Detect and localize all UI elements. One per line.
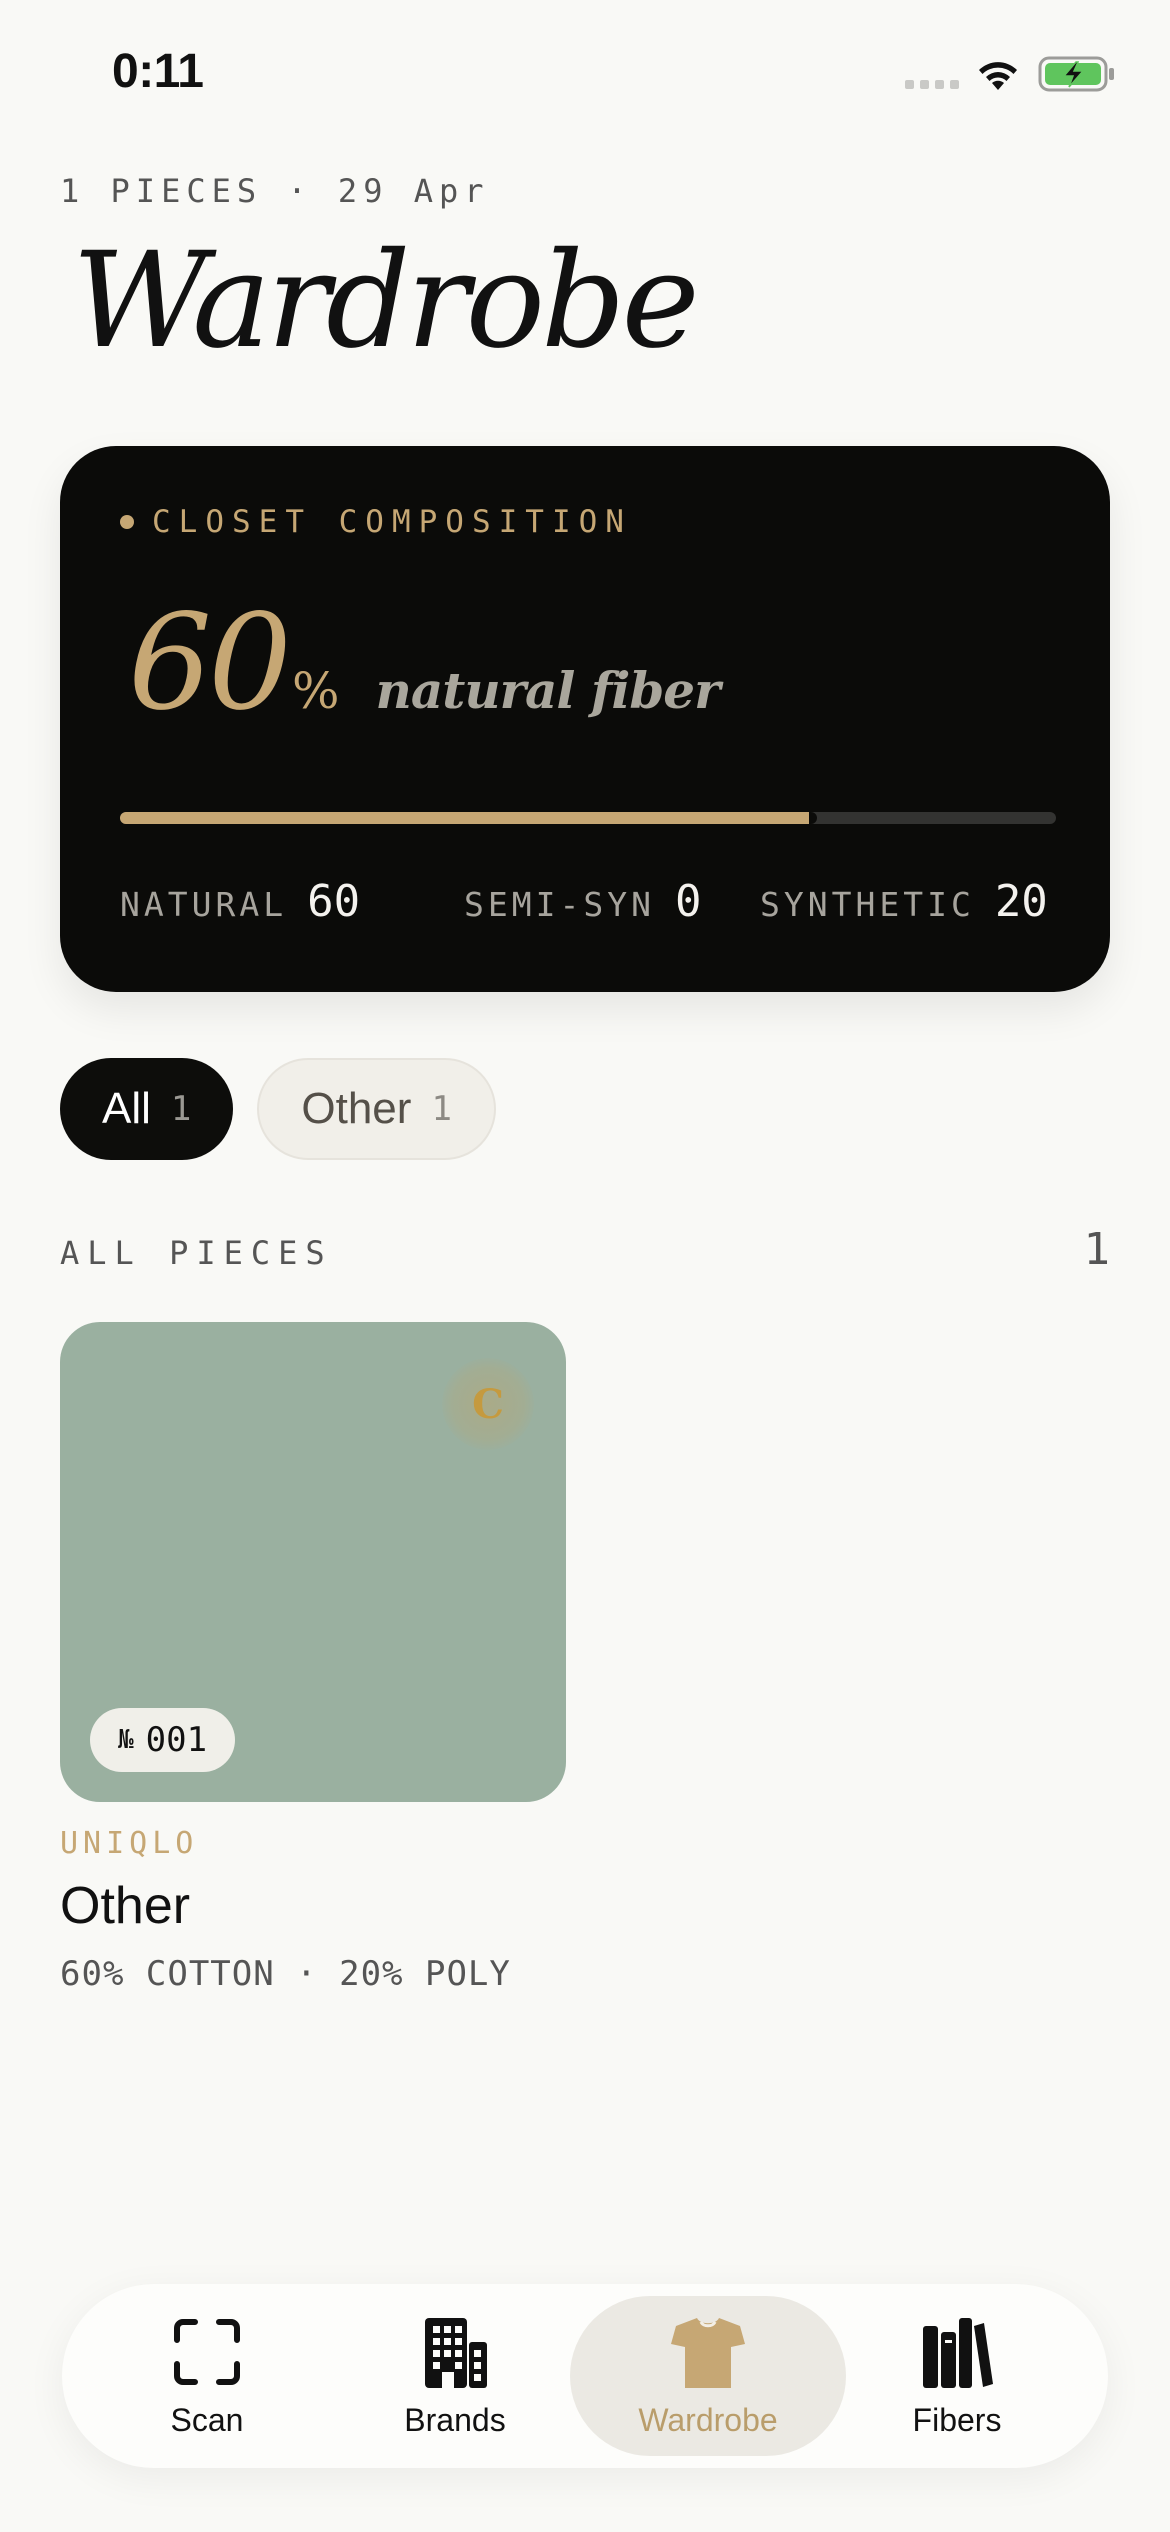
composition-headline: 60 % natural fiber bbox=[128, 586, 720, 740]
stat-semi-syn: SEMI-SYN 0 bbox=[464, 876, 701, 927]
item-name[interactable]: Other bbox=[60, 1876, 190, 1936]
progress-fill bbox=[120, 812, 818, 824]
stat-label: NATURAL bbox=[120, 885, 288, 924]
tab-scan[interactable]: Scan bbox=[82, 2296, 332, 2456]
chip-count: 1 bbox=[431, 1089, 452, 1129]
composition-label: CLOSET COMPOSITION bbox=[120, 504, 632, 540]
item-number-pill: № 001 bbox=[90, 1708, 236, 1772]
tshirt-icon bbox=[671, 2317, 745, 2388]
filter-chips: All 1 Other 1 bbox=[60, 1058, 496, 1160]
item-composition: 60% COTTON · 20% POLY bbox=[60, 1954, 511, 1994]
filter-chip-all[interactable]: All 1 bbox=[60, 1058, 234, 1160]
chip-label: Other bbox=[301, 1084, 412, 1133]
status-time: 0:11 bbox=[112, 45, 204, 98]
tab-label: Wardrobe bbox=[638, 2401, 778, 2438]
item-number: 001 bbox=[145, 1720, 208, 1760]
filter-chip-other[interactable]: Other 1 bbox=[257, 1058, 496, 1160]
page-title: Wardrobe bbox=[72, 224, 700, 378]
stat-natural: NATURAL 60 bbox=[120, 876, 360, 927]
stat-synthetic: SYNTHETIC 20 bbox=[760, 876, 1048, 927]
composition-percent: 60 bbox=[128, 586, 292, 740]
composition-card: CLOSET COMPOSITION 60 % natural fiber NA… bbox=[60, 446, 1110, 992]
composition-label-text: CLOSET COMPOSITION bbox=[152, 504, 632, 540]
wardrobe-item-card[interactable]: C № 001 bbox=[60, 1322, 566, 1802]
composition-caption: natural fiber bbox=[375, 661, 720, 720]
item-brand: UNIQLO bbox=[60, 1826, 199, 1861]
books-icon bbox=[923, 2317, 993, 2388]
number-sign: № bbox=[118, 1725, 134, 1755]
composition-stats: NATURAL 60 SEMI-SYN 0 SYNTHETIC 20 bbox=[120, 876, 1056, 927]
tab-wardrobe[interactable]: Wardrobe bbox=[570, 2296, 846, 2456]
status-bar: 0:11 bbox=[0, 0, 1170, 150]
stat-value: 0 bbox=[674, 876, 702, 927]
building-icon bbox=[425, 2317, 487, 2388]
composition-progress-bar bbox=[120, 812, 1056, 824]
stat-label: SEMI-SYN bbox=[464, 885, 655, 924]
chip-label: All bbox=[102, 1084, 151, 1133]
fiber-badge: C bbox=[442, 1358, 534, 1450]
section-count: 1 bbox=[1083, 1224, 1111, 1275]
stat-value: 20 bbox=[994, 876, 1048, 927]
tab-label: Scan bbox=[170, 2401, 244, 2438]
tab-label: Fibers bbox=[912, 2401, 1002, 2438]
chip-count: 1 bbox=[170, 1089, 192, 1129]
stat-value: 60 bbox=[307, 876, 361, 927]
header-meta: 1 PIECES · 29 Apr bbox=[60, 172, 490, 210]
composition-percent-sign: % bbox=[291, 662, 340, 720]
tab-label: Brands bbox=[404, 2401, 506, 2438]
stat-label: SYNTHETIC bbox=[760, 885, 975, 924]
scan-icon bbox=[174, 2318, 240, 2385]
cellular-signal-icon bbox=[905, 80, 959, 89]
section-title: ALL PIECES bbox=[60, 1234, 333, 1272]
wifi-icon bbox=[979, 62, 1017, 90]
bullet-dot-icon bbox=[120, 515, 134, 529]
tab-bar: Scan Brands Wardrobe Fibers bbox=[62, 2284, 1108, 2468]
tab-fibers[interactable]: Fibers bbox=[832, 2296, 1082, 2456]
tab-brands[interactable]: Brands bbox=[330, 2296, 580, 2456]
battery-charging-icon bbox=[1038, 56, 1114, 92]
